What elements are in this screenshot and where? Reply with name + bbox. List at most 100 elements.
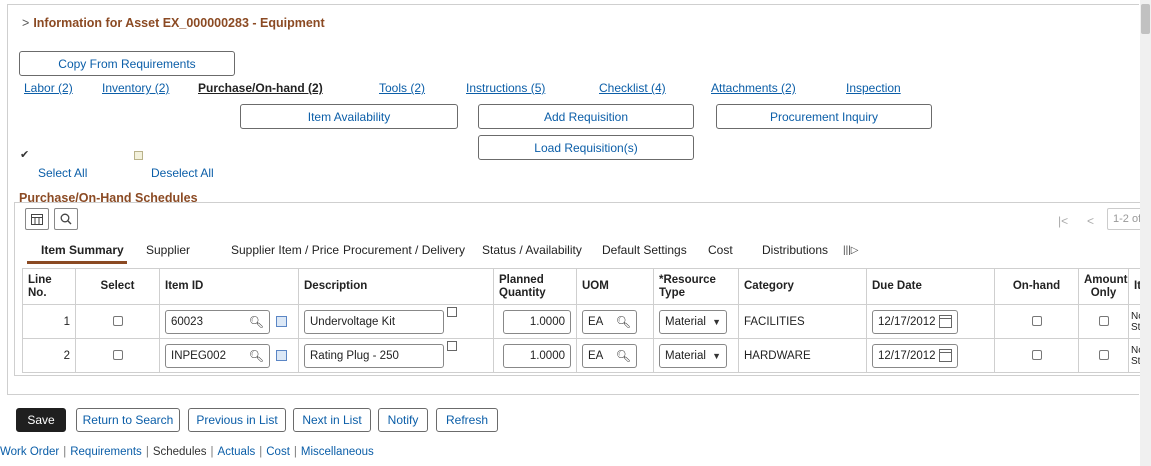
expand-text-icon[interactable] [447, 340, 457, 351]
separator: | [63, 446, 67, 458]
due-date-value: 12/17/2012 [878, 349, 936, 362]
resource-type-select[interactable]: Material ▼ [659, 343, 727, 368]
resource-type-value: Material [665, 349, 706, 362]
notify-button[interactable]: Notify [378, 408, 428, 432]
item-availability-button[interactable]: Item Availability [240, 104, 458, 129]
resource-type-select[interactable]: Material ▼ [659, 309, 727, 334]
active-subtab-indicator [27, 261, 127, 264]
item-id-value: 60023 [171, 315, 203, 328]
nav-work-order[interactable]: Work Order [0, 446, 59, 458]
planned-quantity-input[interactable]: 1.0000 [503, 309, 571, 334]
row-select-checkbox[interactable] [112, 350, 123, 361]
return-to-search-button[interactable]: Return to Search [76, 408, 180, 432]
lookup-icon[interactable]: 🔍︎ [616, 349, 631, 363]
previous-in-list-button[interactable]: Previous in List [188, 408, 286, 432]
first-page-icon[interactable]: |< [1058, 214, 1068, 228]
amount-only-checkbox[interactable] [1098, 350, 1109, 361]
copy-from-requirements-button[interactable]: Copy From Requirements [19, 51, 235, 76]
expand-text-icon[interactable] [447, 306, 457, 317]
lookup-icon[interactable]: 🔍︎ [249, 349, 264, 363]
item-detail-icon[interactable] [276, 316, 287, 327]
calendar-icon[interactable] [939, 349, 952, 362]
col-planned-quantity: Planned Quantity [493, 268, 577, 305]
line-number: 1 [22, 304, 76, 339]
subtab-default-settings[interactable]: Default Settings [602, 243, 687, 257]
item-detail-icon[interactable] [276, 350, 287, 361]
col-uom: UOM [576, 268, 654, 305]
uom-input[interactable]: EA 🔍︎ [582, 343, 637, 368]
page-scrollbar[interactable] [1140, 0, 1151, 466]
page-title: Information for Asset EX_000000283 - Equ… [33, 16, 325, 30]
uom-value: EA [588, 315, 604, 328]
subtab-supplier-item-price[interactable]: Supplier Item / Price [231, 243, 339, 257]
amount-only-checkbox[interactable] [1098, 316, 1109, 327]
subtab-supplier[interactable]: Supplier [146, 243, 190, 257]
nav-actuals[interactable]: Actuals [218, 446, 256, 458]
description-input[interactable]: Undervoltage Kit [304, 306, 457, 334]
subtab-procurement-delivery[interactable]: Procurement / Delivery [343, 243, 465, 257]
subtab-item-summary[interactable]: Item Summary [41, 243, 124, 257]
due-date-value: 12/17/2012 [878, 315, 936, 328]
tab-inventory[interactable]: Inventory (2) [102, 81, 169, 95]
nav-schedules: Schedules [152, 446, 207, 458]
on-hand-checkbox[interactable] [1031, 316, 1042, 327]
category-value: HARDWARE [738, 338, 867, 373]
schedules-grid: Line No. Select Item ID Description Plan… [22, 268, 1151, 373]
tab-purchase-onhand[interactable]: Purchase/On-hand (2) [198, 81, 323, 95]
table-row: 1 60023 🔍︎ Undervoltage Kit 1.0000 EA 🔍︎ M… [22, 304, 1151, 339]
uom-input[interactable]: EA 🔍︎ [582, 309, 637, 334]
lookup-icon[interactable]: 🔍︎ [249, 315, 264, 329]
separator: | [293, 446, 297, 458]
deselect-all-icon[interactable] [134, 151, 143, 160]
planned-quantity-input[interactable]: 1.0000 [503, 343, 571, 368]
description-value: Rating Plug - 250 [310, 349, 399, 362]
col-resource-type: *Resource Type [653, 268, 739, 305]
deselect-all-link[interactable]: Deselect All [151, 166, 214, 180]
tab-labor[interactable]: Labor (2) [24, 81, 73, 95]
lookup-icon[interactable]: 🔍︎ [616, 315, 631, 329]
search-icon [60, 213, 72, 225]
tab-attachments[interactable]: Attachments (2) [711, 81, 796, 95]
tab-instructions[interactable]: Instructions (5) [466, 81, 545, 95]
calendar-icon[interactable] [939, 315, 952, 328]
find-in-grid-button[interactable] [54, 208, 78, 230]
previous-page-icon[interactable]: < [1087, 214, 1094, 228]
subtab-cost[interactable]: Cost [708, 243, 733, 257]
col-amount-only: Amount Only [1078, 268, 1129, 305]
scrollbar-thumb[interactable] [1141, 4, 1150, 34]
item-id-input[interactable]: 60023 🔍︎ [165, 309, 270, 334]
refresh-button[interactable]: Refresh [436, 408, 498, 432]
nav-miscellaneous[interactable]: Miscellaneous [301, 446, 374, 458]
add-requisition-button[interactable]: Add Requisition [478, 104, 694, 129]
separator: | [145, 446, 149, 458]
procurement-inquiry-button[interactable]: Procurement Inquiry [716, 104, 932, 129]
next-in-list-button[interactable]: Next in List [293, 408, 371, 432]
page-nav-links: Work Order | Requirements | Schedules | Actual… [0, 446, 374, 458]
save-button[interactable]: Save [16, 408, 66, 432]
section-header[interactable]: > Information for Asset EX_000000283 - Eq… [22, 16, 325, 30]
select-all-link[interactable]: Select All [38, 166, 87, 180]
nav-requirements[interactable]: Requirements [70, 446, 142, 458]
col-on-hand: On-hand [994, 268, 1079, 305]
item-id-input[interactable]: INPEG002 🔍︎ [165, 343, 270, 368]
on-hand-checkbox[interactable] [1031, 350, 1042, 361]
nav-cost[interactable]: Cost [266, 446, 290, 458]
show-all-columns-icon[interactable]: |||▷ [843, 245, 858, 256]
col-description: Description [298, 268, 494, 305]
description-input[interactable]: Rating Plug - 250 [304, 340, 457, 368]
tab-inspection[interactable]: Inspection [846, 81, 901, 95]
separator: | [210, 446, 214, 458]
description-value: Undervoltage Kit [310, 315, 396, 328]
col-line-no: Line No. [22, 268, 76, 305]
due-date-input[interactable]: 12/17/2012 [872, 343, 958, 368]
select-all-icon[interactable]: ✔ [20, 148, 29, 161]
row-select-checkbox[interactable] [112, 316, 123, 327]
load-requisitions-button[interactable]: Load Requisition(s) [478, 135, 694, 160]
tab-checklist[interactable]: Checklist (4) [599, 81, 666, 95]
due-date-input[interactable]: 12/17/2012 [872, 309, 958, 334]
personalize-grid-button[interactable] [25, 208, 49, 230]
subtab-status-availability[interactable]: Status / Availability [482, 243, 582, 257]
chevron-right-icon[interactable]: > [22, 16, 29, 30]
tab-tools[interactable]: Tools (2) [379, 81, 425, 95]
subtab-distributions[interactable]: Distributions [762, 243, 828, 257]
